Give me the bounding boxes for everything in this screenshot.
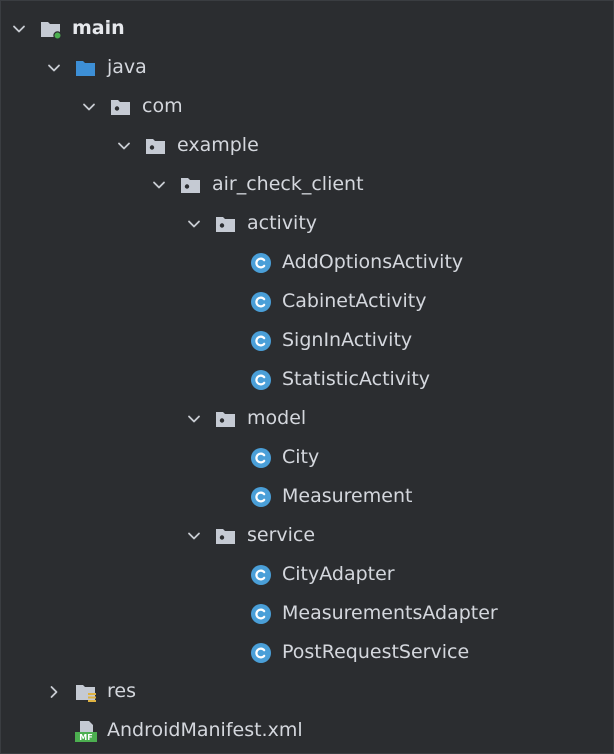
package-icon — [144, 134, 168, 158]
tree-node-label: activity — [247, 212, 318, 234]
tree-node-label: Measurement — [282, 485, 413, 507]
tree-node-cabinetactivity[interactable]: CabinetActivity — [1, 282, 613, 321]
tree-node-statisticactivity[interactable]: StatisticActivity — [1, 360, 613, 399]
tree-node-measurementsadapter[interactable]: MeasurementsAdapter — [1, 594, 613, 633]
chevron-down-icon[interactable] — [186, 411, 202, 427]
tree-node-label: service — [247, 524, 316, 546]
tree-node-measurement[interactable]: Measurement — [1, 477, 613, 516]
tree-node-model[interactable]: model — [1, 399, 613, 438]
class-icon — [249, 368, 273, 392]
package-icon — [214, 407, 238, 431]
tree-node-cityadapter[interactable]: CityAdapter — [1, 555, 613, 594]
manifest-file-icon: MF — [74, 719, 98, 743]
class-icon — [249, 290, 273, 314]
tree-node-label: example — [177, 134, 259, 156]
tree-node-res[interactable]: res — [1, 672, 613, 711]
chevron-down-icon[interactable] — [186, 528, 202, 544]
tree-node-label: AndroidManifest.xml — [107, 719, 303, 741]
package-icon — [214, 524, 238, 548]
tree-node-city[interactable]: City — [1, 438, 613, 477]
tree-node-label: MeasurementsAdapter — [282, 602, 498, 624]
class-icon — [249, 563, 273, 587]
tree-node-label: SignInActivity — [282, 329, 413, 351]
class-icon — [249, 329, 273, 353]
svg-text:MF: MF — [79, 733, 92, 742]
tree-node-label: AddOptionsActivity — [282, 251, 464, 273]
chevron-down-icon[interactable] — [116, 138, 132, 154]
tree-node-label: CabinetActivity — [282, 290, 427, 312]
tree-node-label: City — [282, 446, 320, 468]
chevron-down-icon[interactable] — [151, 177, 167, 193]
source-folder-icon — [74, 56, 98, 80]
tree-node-androidmanifest-xml[interactable]: MF AndroidManifest.xml — [1, 711, 613, 750]
tree-node-activity[interactable]: activity — [1, 204, 613, 243]
class-icon — [249, 602, 273, 626]
tree-node-signinactivity[interactable]: SignInActivity — [1, 321, 613, 360]
tree-node-label: PostRequestService — [282, 641, 470, 663]
tree-node-com[interactable]: com — [1, 87, 613, 126]
chevron-down-icon[interactable] — [186, 216, 202, 232]
class-icon — [249, 251, 273, 275]
package-icon — [214, 212, 238, 236]
project-tree: main java com example air_check_clientactivi… — [0, 0, 614, 754]
tree-node-label: res — [107, 680, 136, 702]
chevron-down-icon[interactable] — [11, 21, 27, 37]
tree-node-label: com — [142, 95, 183, 117]
tree-node-label: model — [247, 407, 307, 429]
package-icon — [109, 95, 133, 119]
tree-node-addoptionsactivity[interactable]: AddOptionsActivity — [1, 243, 613, 282]
chevron-down-icon[interactable] — [81, 99, 97, 115]
tree-node-service[interactable]: service — [1, 516, 613, 555]
tree-node-java[interactable]: java — [1, 48, 613, 87]
tree-node-postrequestservice[interactable]: PostRequestService — [1, 633, 613, 672]
tree-node-label: air_check_client — [212, 173, 364, 195]
package-icon — [179, 173, 203, 197]
tree-node-label: CityAdapter — [282, 563, 395, 585]
module-folder-icon — [39, 17, 63, 41]
tree-node-label: StatisticActivity — [282, 368, 431, 390]
chevron-right-icon[interactable] — [46, 684, 62, 700]
class-icon — [249, 446, 273, 470]
tree-node-example[interactable]: example — [1, 126, 613, 165]
chevron-down-icon[interactable] — [46, 60, 62, 76]
tree-node-air-check-client[interactable]: air_check_client — [1, 165, 613, 204]
class-icon — [249, 641, 273, 665]
class-icon — [249, 485, 273, 509]
tree-node-label: main — [72, 17, 125, 39]
resource-folder-icon — [74, 680, 98, 704]
tree-node-main[interactable]: main — [1, 9, 613, 48]
tree-node-label: java — [107, 56, 147, 78]
